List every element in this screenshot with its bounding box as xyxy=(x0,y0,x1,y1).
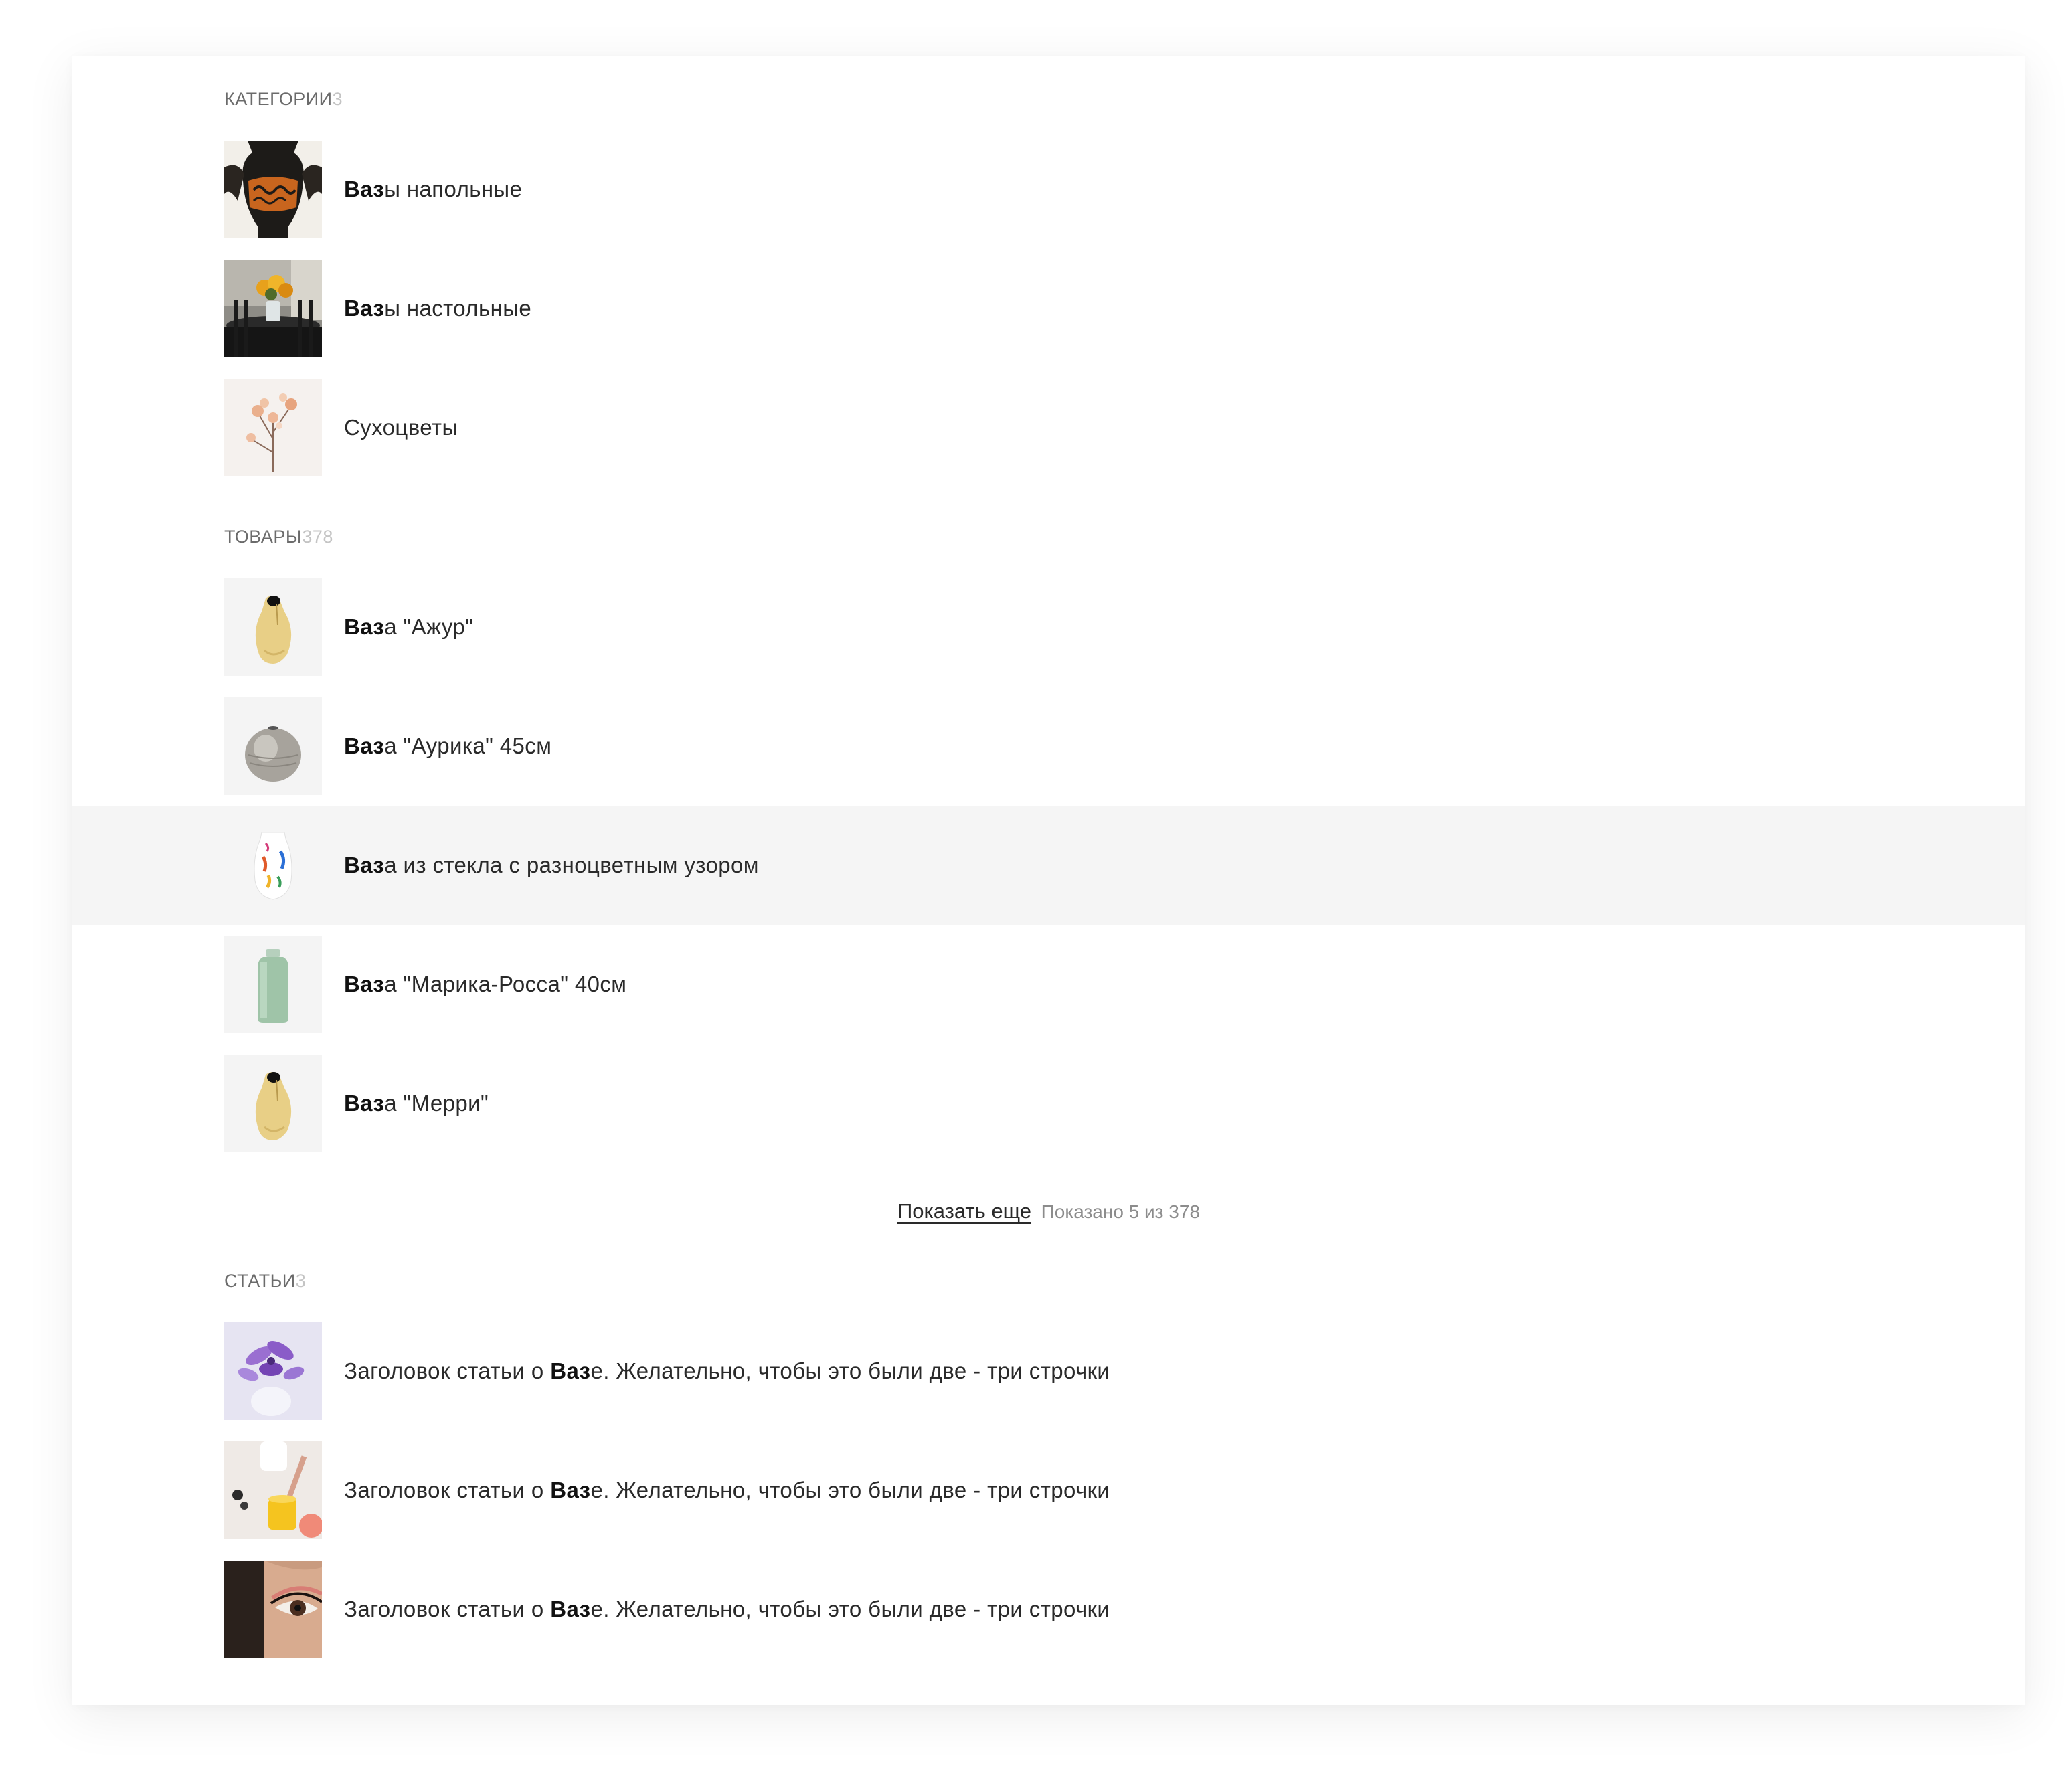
category-label: Сухоцветы xyxy=(344,415,458,440)
article-label: Заголовок статьи о Вазе. Желательно, что… xyxy=(344,1358,1110,1383)
product-item[interactable]: Ваза "Ажур" xyxy=(72,567,2025,687)
category-label: Вазы напольные xyxy=(344,177,523,201)
yellow-vase-photo xyxy=(224,578,322,676)
category-item[interactable]: Вазы настольные xyxy=(72,249,2025,368)
product-item[interactable]: Ваза из стекла с разноцветным узором xyxy=(72,806,2025,925)
product-item[interactable]: Ваза "Мерри" xyxy=(72,1044,2025,1163)
article-item[interactable]: Заголовок статьи о Вазе. Желательно, что… xyxy=(72,1550,2025,1669)
articles-section: Статьи3 Заголовок статьи о Вазе. Желател… xyxy=(72,1269,2025,1669)
category-item[interactable]: Сухоцветы xyxy=(72,368,2025,487)
silver-round-vase-photo xyxy=(224,697,322,795)
dried-flowers-photo xyxy=(224,379,322,476)
section-header-articles: Статьи3 xyxy=(72,1269,2025,1293)
yellow-vase-photo xyxy=(224,1055,322,1152)
show-more-bar: Показать еще Показано 5 из 378 xyxy=(72,1191,2025,1231)
show-more-link[interactable]: Показать еще xyxy=(897,1199,1031,1223)
product-label: Ваза "Марика-Росса" 40см xyxy=(344,972,627,996)
section-count: 3 xyxy=(295,1271,307,1291)
product-label: Ваза из стекла с разноцветным узором xyxy=(344,853,759,877)
article-item[interactable]: Заголовок статьи о Вазе. Желательно, что… xyxy=(72,1431,2025,1550)
product-item[interactable]: Ваза "Аурика" 45см xyxy=(72,687,2025,806)
section-title: Товары xyxy=(224,527,303,547)
category-item[interactable]: Вазы напольные xyxy=(72,130,2025,249)
shown-count-text: Показано 5 из 378 xyxy=(1041,1201,1201,1222)
section-header-products: Товары378 xyxy=(72,525,2025,549)
products-section: Товары378 Ваза "Ажур" xyxy=(72,487,2025,1231)
section-count: 3 xyxy=(332,89,343,109)
categories-section: Категории3 Вазы напольные xyxy=(72,56,2025,487)
section-title: Категории xyxy=(224,89,333,109)
article-label: Заголовок статьи о Вазе. Желательно, что… xyxy=(344,1597,1110,1621)
article-item[interactable]: Заголовок статьи о Вазе. Желательно, что… xyxy=(72,1312,2025,1431)
search-results-dropdown: Категории3 Вазы напольные xyxy=(72,56,2025,1705)
section-title: Статьи xyxy=(224,1271,296,1291)
section-header-categories: Категории3 xyxy=(72,87,2025,111)
product-label: Ваза "Аурика" 45см xyxy=(344,733,552,758)
cosmetics-photo xyxy=(224,1441,322,1539)
article-label: Заголовок статьи о Вазе. Желательно, что… xyxy=(344,1478,1110,1502)
product-item[interactable]: Ваза "Марика-Росса" 40см xyxy=(72,925,2025,1044)
table-vase-photo xyxy=(224,260,322,357)
green-tall-vase-photo xyxy=(224,936,322,1033)
glass-patterned-vase-photo xyxy=(224,816,322,914)
section-count: 378 xyxy=(302,527,333,547)
orchid-photo xyxy=(224,1322,322,1420)
product-label: Ваза "Ажур" xyxy=(344,614,474,639)
floor-vase-photo xyxy=(224,141,322,238)
category-label: Вазы настольные xyxy=(344,296,532,321)
eye-makeup-photo xyxy=(224,1561,322,1658)
product-label: Ваза "Мерри" xyxy=(344,1091,489,1116)
